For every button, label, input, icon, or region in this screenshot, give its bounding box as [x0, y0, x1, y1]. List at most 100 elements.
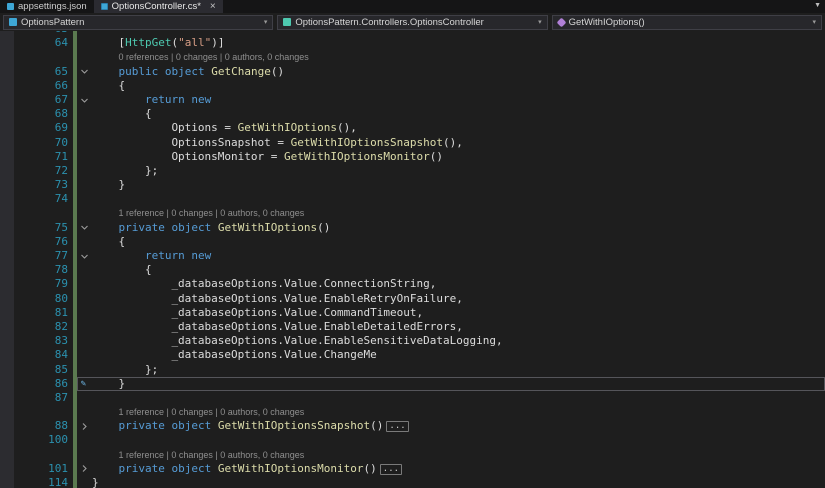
- breakpoint-margin[interactable]: [0, 363, 14, 377]
- code-line[interactable]: 88 private object GetWithIOptionsSnapshot…: [0, 419, 825, 433]
- code-text[interactable]: _databaseOptions.Value.EnableSensitiveDa…: [92, 334, 503, 348]
- line-number[interactable]: 101: [14, 462, 71, 476]
- line-number[interactable]: 64: [14, 36, 71, 50]
- collapsed-region[interactable]: ...: [386, 421, 408, 432]
- code-text[interactable]: return new: [92, 249, 211, 263]
- code-text[interactable]: _databaseOptions.Value.EnableDetailedErr…: [92, 320, 463, 334]
- line-number[interactable]: 68: [14, 107, 71, 121]
- code-text[interactable]: };: [92, 363, 158, 377]
- code-text[interactable]: private object GetWithIOptions(): [92, 221, 330, 235]
- line-number[interactable]: 81: [14, 306, 71, 320]
- code-text[interactable]: return new: [92, 93, 211, 107]
- code-text[interactable]: {: [92, 79, 125, 93]
- code-line[interactable]: 82 _databaseOptions.Value.EnableDetailedE…: [0, 320, 825, 334]
- fold-open-icon[interactable]: [77, 249, 92, 263]
- line-number[interactable]: 87: [14, 391, 71, 405]
- codelens-row[interactable]: 1 reference | 0 changes | 0 authors, 0 c…: [0, 405, 825, 419]
- code-text[interactable]: }: [92, 476, 99, 488]
- code-line[interactable]: 101 private object GetWithIOptionsMonitor…: [0, 462, 825, 476]
- line-number[interactable]: 100: [14, 433, 71, 447]
- member-dropdown[interactable]: GetWithIOptions() ▾: [552, 15, 822, 30]
- code-line[interactable]: 69Options = GetWithIOptions(),: [0, 121, 825, 135]
- code-text[interactable]: }: [92, 377, 125, 391]
- line-number[interactable]: 76: [14, 235, 71, 249]
- code-line[interactable]: 81 _databaseOptions.Value.CommandTimeout,: [0, 306, 825, 320]
- fold-closed-icon[interactable]: [77, 419, 92, 433]
- codelens-row[interactable]: 1 reference | 0 changes | 0 authors, 0 c…: [0, 448, 825, 462]
- line-number[interactable]: 85: [14, 363, 71, 377]
- breakpoint-margin[interactable]: [0, 476, 14, 488]
- breakpoint-margin[interactable]: [0, 178, 14, 192]
- line-number[interactable]: 71: [14, 150, 71, 164]
- tab-list-overflow-icon[interactable]: ▼: [814, 2, 821, 9]
- codelens-row[interactable]: 0 references | 0 changes | 0 authors, 0 …: [0, 50, 825, 64]
- code-line[interactable]: 79_databaseOptions.Value.ConnectionStrin…: [0, 277, 825, 291]
- breakpoint-margin[interactable]: [0, 419, 14, 433]
- line-number[interactable]: [14, 50, 71, 64]
- line-number[interactable]: 82: [14, 320, 71, 334]
- line-number[interactable]: 65: [14, 65, 71, 79]
- line-number[interactable]: 66: [14, 79, 71, 93]
- breakpoint-margin[interactable]: [0, 206, 14, 220]
- code-text[interactable]: {: [92, 107, 152, 121]
- code-text[interactable]: private object GetWithIOptionsSnapshot()…: [92, 419, 409, 433]
- breakpoint-margin[interactable]: [0, 306, 14, 320]
- code-text[interactable]: private object GetWithIOptionsMonitor().…: [92, 462, 402, 476]
- line-number[interactable]: [14, 448, 71, 462]
- breakpoint-margin[interactable]: [0, 121, 14, 135]
- line-number[interactable]: 75: [14, 221, 71, 235]
- breakpoint-margin[interactable]: [0, 235, 14, 249]
- line-number[interactable]: 74: [14, 192, 71, 206]
- breakpoint-margin[interactable]: [0, 433, 14, 447]
- type-dropdown[interactable]: OptionsPattern.Controllers.OptionsContro…: [277, 15, 547, 30]
- project-dropdown[interactable]: OptionsPattern ▾: [3, 15, 273, 30]
- codelens-text[interactable]: 1 reference | 0 changes | 0 authors, 0 c…: [92, 448, 304, 462]
- code-line[interactable]: 85};: [0, 363, 825, 377]
- code-line[interactable]: 84_databaseOptions.Value.ChangeMe: [0, 348, 825, 362]
- breakpoint-margin[interactable]: [0, 292, 14, 306]
- line-number[interactable]: 79: [14, 277, 71, 291]
- code-line[interactable]: 74: [0, 192, 825, 206]
- code-line[interactable]: 64[HttpGet("all")]: [0, 36, 825, 50]
- breakpoint-margin[interactable]: [0, 36, 14, 50]
- breakpoint-margin[interactable]: [0, 150, 14, 164]
- code-line[interactable]: 67return new: [0, 93, 825, 107]
- codelens-text[interactable]: 0 references | 0 changes | 0 authors, 0 …: [92, 50, 309, 64]
- code-text[interactable]: _databaseOptions.Value.EnableRetryOnFail…: [92, 292, 463, 306]
- line-number[interactable]: 72: [14, 164, 71, 178]
- line-number[interactable]: 73: [14, 178, 71, 192]
- fold-open-icon[interactable]: [77, 65, 92, 79]
- code-line[interactable]: 100: [0, 433, 825, 447]
- code-line[interactable]: 72};: [0, 164, 825, 178]
- breakpoint-margin[interactable]: [0, 107, 14, 121]
- line-number[interactable]: 83: [14, 334, 71, 348]
- code-text[interactable]: }: [92, 178, 125, 192]
- breakpoint-margin[interactable]: [0, 65, 14, 79]
- fold-closed-icon[interactable]: [77, 462, 92, 476]
- breakpoint-margin[interactable]: [0, 136, 14, 150]
- breakpoint-margin[interactable]: [0, 79, 14, 93]
- breakpoint-margin[interactable]: [0, 405, 14, 419]
- code-line[interactable]: 75 private object GetWithIOptions(): [0, 221, 825, 235]
- breakpoint-margin[interactable]: [0, 320, 14, 334]
- code-line[interactable]: 71OptionsMonitor = GetWithIOptionsMonito…: [0, 150, 825, 164]
- breakpoint-margin[interactable]: [0, 348, 14, 362]
- breakpoint-margin[interactable]: [0, 221, 14, 235]
- code-line[interactable]: 65public object GetChange(): [0, 65, 825, 79]
- code-line[interactable]: 114}: [0, 476, 825, 488]
- breakpoint-margin[interactable]: [0, 93, 14, 107]
- breakpoint-margin[interactable]: [0, 249, 14, 263]
- line-number[interactable]: 114: [14, 476, 71, 488]
- line-number[interactable]: 84: [14, 348, 71, 362]
- codelens-text[interactable]: 1 reference | 0 changes | 0 authors, 0 c…: [92, 206, 304, 220]
- tab-optionscontroller[interactable]: OptionsController.cs* ×: [94, 0, 223, 13]
- tab-appsettings-json[interactable]: appsettings.json: [0, 0, 94, 13]
- line-number[interactable]: 80: [14, 292, 71, 306]
- breakpoint-margin[interactable]: [0, 462, 14, 476]
- fold-open-icon[interactable]: [77, 221, 92, 235]
- line-number[interactable]: 88: [14, 419, 71, 433]
- code-line[interactable]: 66 {: [0, 79, 825, 93]
- code-text[interactable]: _databaseOptions.Value.CommandTimeout,: [92, 306, 423, 320]
- close-icon[interactable]: ×: [210, 2, 216, 12]
- breakpoint-margin[interactable]: [0, 192, 14, 206]
